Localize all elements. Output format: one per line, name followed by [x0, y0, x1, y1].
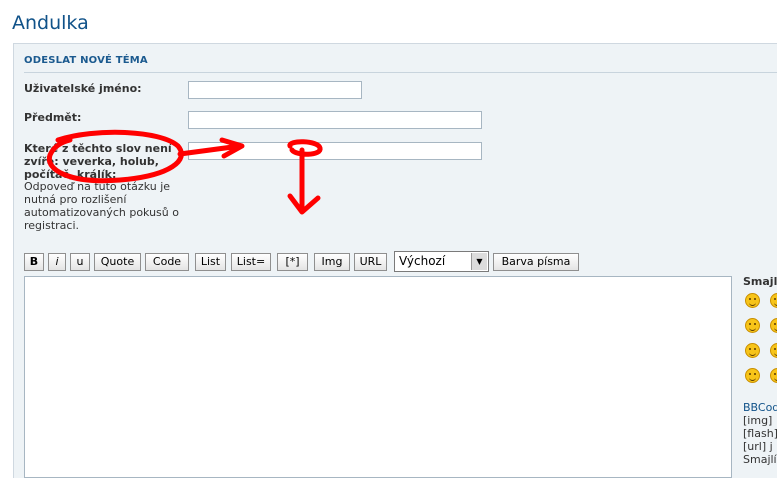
header-divider — [24, 72, 777, 73]
form-header: ODESLAT NOVÉ TÉMA — [24, 55, 148, 66]
underline-button[interactable]: u — [70, 253, 90, 271]
post-form-panel: ODESLAT NOVÉ TÉMA Uživatelské jméno: Pře… — [13, 43, 777, 478]
smileys-status-text: Smajlí — [743, 453, 777, 466]
question-answer-field[interactable] — [188, 142, 482, 160]
smiley-cool-icon[interactable] — [770, 318, 777, 333]
url-button[interactable]: URL — [354, 253, 387, 271]
img-button[interactable]: Img — [314, 253, 350, 271]
smiley-evil-icon[interactable] — [770, 343, 777, 358]
question-label-line1: Které z těchto slov není — [24, 142, 172, 155]
username-label: Uživatelské jméno: — [24, 82, 142, 95]
smiley-laugh-icon[interactable] — [770, 293, 777, 308]
question-explanation: Odpoveď na tuto otázku je nutná pro rozl… — [24, 180, 179, 232]
site-title[interactable]: Andulka — [12, 12, 89, 34]
list-button[interactable]: List — [195, 253, 226, 271]
username-field[interactable] — [188, 81, 362, 99]
subject-field[interactable] — [188, 111, 482, 129]
img-status-text: [img] — [743, 414, 773, 427]
smiley-grin-icon[interactable] — [745, 293, 760, 308]
font-color-button[interactable]: Barva písma — [493, 253, 579, 271]
smiley-confused-icon[interactable] — [745, 318, 760, 333]
smiley-mad-icon[interactable] — [745, 343, 760, 358]
question-label-line2: zvíře: veverka, holub, — [24, 155, 159, 168]
font-size-select[interactable]: Výchozí ▼ — [394, 251, 489, 272]
code-button[interactable]: Code — [145, 253, 189, 271]
italic-button[interactable]: i — [48, 253, 66, 271]
list-item-button[interactable]: [*] — [277, 253, 308, 271]
bbcode-help-link[interactable]: BBCod — [743, 401, 777, 414]
list-ordered-button[interactable]: List= — [231, 253, 271, 271]
url-status-text: [url] j — [743, 440, 773, 453]
chevron-down-icon[interactable]: ▼ — [471, 253, 487, 270]
quote-button[interactable]: Quote — [94, 253, 141, 271]
bold-button[interactable]: B — [24, 253, 44, 271]
smileys-title: Smajlí — [743, 275, 777, 288]
smiley-idea-icon[interactable] — [745, 368, 760, 383]
flash-status-text: [flash] — [743, 427, 777, 440]
smiley-wink-icon[interactable] — [770, 368, 777, 383]
message-editor[interactable] — [24, 276, 732, 478]
font-size-selected: Výchozí — [399, 254, 446, 268]
subject-label: Předmět: — [24, 111, 82, 124]
